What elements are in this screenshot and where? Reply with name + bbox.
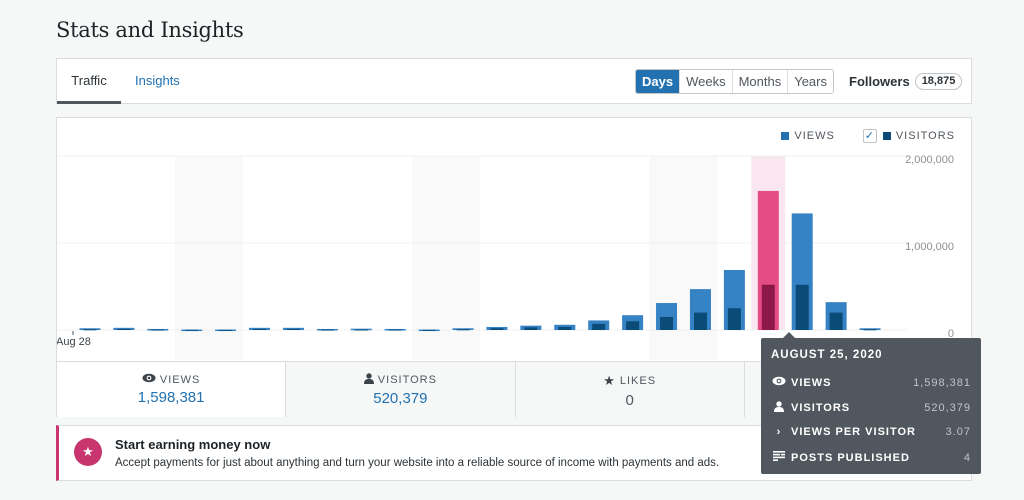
person-icon xyxy=(771,401,787,415)
visitors-bar xyxy=(693,312,707,330)
tab-insights[interactable]: Insights xyxy=(135,59,180,103)
visitors-bar xyxy=(83,329,97,331)
tooltip-row-views: VIEWS 1,598,381 xyxy=(771,376,971,389)
stat-views[interactable]: VIEWS 1,598,381 xyxy=(57,362,286,417)
posts-icon xyxy=(771,451,787,464)
weekend-band xyxy=(174,156,209,360)
followers-label: Followers xyxy=(849,74,910,89)
tooltip-visitors-label: VISITORS xyxy=(791,402,851,414)
chart-tooltip: AUGUST 25, 2020 VIEWS 1,598,381 VISITORS… xyxy=(761,332,981,474)
visitors-bar xyxy=(558,326,572,330)
banner-description: Accept payments for just about anything … xyxy=(115,457,720,469)
visitors-bar xyxy=(490,328,504,330)
banner-title: Start earning money now xyxy=(115,437,271,452)
checkmark-icon: ✓ xyxy=(864,130,875,142)
stat-likes[interactable]: ★ LIKES 0 xyxy=(514,362,744,417)
weekend-band xyxy=(412,156,447,360)
stat-likes-label: LIKES xyxy=(619,375,657,387)
star-badge-icon: ★ xyxy=(74,438,102,466)
tooltip-arrow xyxy=(783,332,795,338)
visitors-bar xyxy=(117,328,131,330)
tooltip-row-views-per-visitor: › VIEWS PER VISITOR 3.07 xyxy=(771,426,971,438)
tooltip-row-posts-published: POSTS PUBLISHED 4 xyxy=(771,451,971,464)
visitors-legend-label: VISITORS xyxy=(895,130,955,142)
chart-legend: VIEWS ✓ VISITORS xyxy=(781,129,955,143)
tab-traffic[interactable]: Traffic xyxy=(57,59,121,104)
tooltip-views-label: VIEWS xyxy=(791,376,832,389)
visitors-bar xyxy=(761,284,775,330)
visitors-bar xyxy=(626,321,640,330)
stat-likes-value: 0 xyxy=(625,392,634,409)
page-title: Stats and Insights xyxy=(56,18,244,42)
period-years-button[interactable]: Years xyxy=(787,70,833,93)
tooltip-date: AUGUST 25, 2020 xyxy=(771,349,883,361)
visitors-bar xyxy=(524,327,538,330)
visitors-bar xyxy=(795,284,809,330)
bar-chart: 2,000,0001,000,0000Aug 28 xyxy=(57,154,954,360)
followers-link[interactable]: Followers 18,875 xyxy=(849,73,963,90)
visitors-bar xyxy=(388,329,402,331)
period-weeks-button[interactable]: Weeks xyxy=(679,70,732,93)
stat-views-label: VIEWS xyxy=(159,373,201,386)
visitors-bar xyxy=(320,329,334,331)
period-months-button[interactable]: Months xyxy=(731,70,788,93)
tooltip-vpv-label: VIEWS PER VISITOR xyxy=(791,426,916,438)
tooltip-views-value: 1,598,381 xyxy=(913,376,971,389)
views-legend-swatch xyxy=(781,132,790,140)
visitors-bar xyxy=(185,329,199,331)
tooltip-posts-value: 4 xyxy=(963,451,971,464)
x-tick-label: Aug 28 xyxy=(57,336,91,348)
tooltip-visitors-value: 520,379 xyxy=(924,402,971,414)
followers-count-badge: 18,875 xyxy=(914,73,963,90)
stat-views-value: 1,598,381 xyxy=(137,389,205,406)
tooltip-row-visitors: VISITORS 520,379 xyxy=(771,401,971,415)
visitors-bar xyxy=(354,329,368,331)
y-tick-label: 2,000,000 xyxy=(905,154,954,166)
stats-navigation: Traffic Insights Days Weeks Months Years… xyxy=(56,58,972,104)
period-days-button[interactable]: Days xyxy=(636,70,680,93)
visitors-bar xyxy=(422,329,436,331)
visitors-bar xyxy=(219,329,233,331)
eye-icon xyxy=(771,376,787,389)
visitors-bar xyxy=(286,328,300,330)
visitors-bar xyxy=(151,329,165,331)
person-icon xyxy=(363,373,374,387)
stat-visitors[interactable]: VISITORS 520,379 xyxy=(285,362,515,417)
weekend-band xyxy=(208,156,243,360)
views-legend-label: VIEWS xyxy=(794,130,835,142)
eye-icon xyxy=(142,373,156,386)
tooltip-vpv-value: 3.07 xyxy=(945,426,971,438)
visitors-bar xyxy=(727,308,741,330)
chevron-right-icon: › xyxy=(776,426,782,438)
visitors-bar xyxy=(660,316,674,330)
period-segmented-control: Days Weeks Months Years xyxy=(635,69,834,94)
visitors-legend-swatch xyxy=(882,132,891,140)
visitors-bar xyxy=(592,323,606,330)
stat-visitors-label: VISITORS xyxy=(377,374,437,386)
star-icon: ★ xyxy=(603,373,616,388)
tooltip-posts-label: POSTS PUBLISHED xyxy=(791,451,910,464)
stat-visitors-value: 520,379 xyxy=(373,390,428,407)
visitors-bar xyxy=(456,329,470,331)
visitors-checkbox[interactable]: ✓ xyxy=(862,129,877,143)
visitors-bar xyxy=(829,312,843,330)
visitors-bar xyxy=(863,329,877,331)
y-tick-label: 1,000,000 xyxy=(905,241,954,253)
visitors-bar xyxy=(253,328,267,330)
